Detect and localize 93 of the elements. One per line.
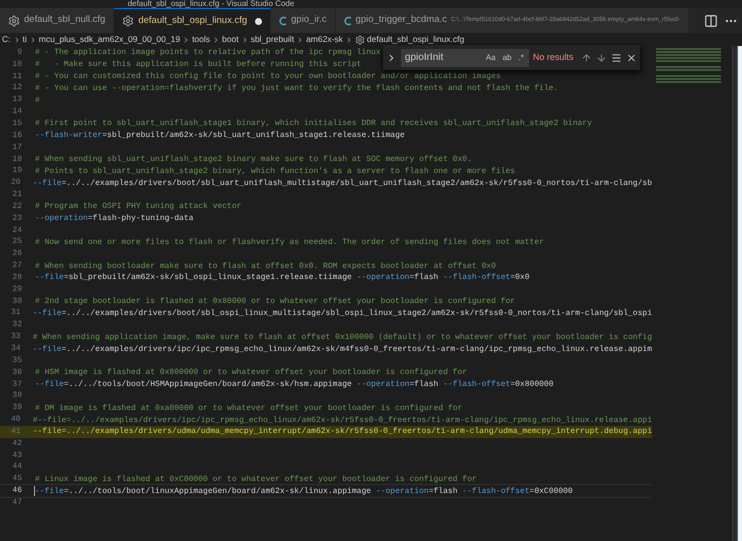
- code-line: --flash-writer=sbl_prebuilt/am62x-sk/sbl_uart_uniflash_stage1.release.tiimage: [35, 130, 405, 142]
- line-number: 15: [11, 118, 22, 130]
- code-line: # DM image is flashed at 0xa00000 or to whatever offset your bootloader is configured for: [35, 402, 462, 414]
- code-line: # When sending application image, make sure to flash at offset 0x100000 (default) or to whatever offset your bootloader is config: [32, 332, 652, 343]
- window-title: default_sbl_ospi_linux.cfg - Visual Studio Code: [128, 0, 294, 8]
- line-number: 32: [11, 319, 22, 332]
- line-number: 34: [10, 343, 21, 356]
- code-line: #: [35, 94, 40, 106]
- line-number: 11: [11, 70, 22, 83]
- line-number: 47: [11, 496, 22, 509]
- line-number: 43: [11, 450, 22, 462]
- code-line: # When sending sbl_uart_uniflash_stage2 binary make sure to flash at SOC memory offset 0x0.: [35, 154, 472, 166]
- line-number: 9: [16, 46, 22, 59]
- find-option-toggle[interactable]: ab: [502, 52, 513, 64]
- line-number: 13: [11, 94, 22, 106]
- menu-icon[interactable]: [611, 52, 622, 64]
- text-cursor: [34, 486, 35, 496]
- scrollbar[interactable]: [732, 46, 737, 541]
- arrow-down-icon[interactable]: [596, 52, 608, 64]
- line-number: 41: [10, 426, 21, 438]
- line-number: 39: [11, 402, 22, 414]
- code-line: # HSM image is flashed at 0x800000 or to whatever offset your bootloader is configured for: [35, 367, 468, 378]
- code-line: --file=../../examples/drivers/udma/udma_memcpy_interrupt/am62x-sk/r5fss0-0_freertos/ti-arm-clang/udma_memcpy_interrupt.debug.appi: [32, 426, 652, 438]
- code-line: --file=../../tools/boot/HSMAppimageGen/board/am62x-sk/hsm.appimage --operation=flash --flash-offset=0x800000: [35, 379, 554, 390]
- line-number: 44: [11, 461, 22, 474]
- code-line: --operation=flash-phy-tuning-data: [35, 213, 194, 224]
- line-number: 28: [11, 272, 22, 284]
- line-number: 35: [11, 354, 22, 367]
- gear-icon: [8, 14, 20, 26]
- code-line: # - The application image points to relative path of the ipc rpmsg linux: [35, 47, 381, 58]
- code-line: # Linux image is flashed at 0xC00000 or to whatever offset your bootloader is configured for: [35, 474, 477, 485]
- breadcrumb-item[interactable]: ti: [22, 33, 27, 46]
- find-option-toggle[interactable]: .*: [518, 52, 525, 64]
- line-number: 14: [11, 106, 22, 118]
- code-line: #--file=../../examples/drivers/ipc/ipc_rpmsg_echo_linux/am62x-sk/r5fss0-0_freertos/ti-arm-clang/ipc_rpmsg_echo_linux.release.appi: [32, 414, 652, 426]
- line-number: 22: [11, 200, 22, 213]
- code-line: # - Make sure this application is built before running this script: [35, 59, 362, 70]
- code-line: # Points to sbl_uart_uniflash_stage2 binary, which function's as a server to flash one or more files: [35, 166, 516, 177]
- find-input[interactable]: gpioIrInit Aa ab .*: [400, 48, 529, 66]
- code-line: # 2nd stage bootloader is flashed at 0x80000 or to whatever offset your bootloader is configured for: [35, 296, 516, 308]
- breadcrumb-item[interactable]: mcu_plus_sdk_am62x_09_00_00_19: [38, 33, 180, 46]
- editor-tab[interactable]: gpio_ir.c: [271, 8, 336, 33]
- line-number: 12: [11, 82, 22, 94]
- code-line: # Now send one or more files to flash or flashverify as needed. The order of sending files does not matter: [35, 236, 544, 248]
- line-number: 38: [11, 390, 22, 402]
- breadcrumb-item[interactable]: am62x-sk: [306, 33, 343, 46]
- line-number: 42: [11, 438, 22, 450]
- line-number: 36: [11, 366, 22, 379]
- line-number: 17: [11, 142, 22, 154]
- editor-tab[interactable]: default_sbl_ospi_linux.cfg: [114, 8, 272, 33]
- breadcrumb-item[interactable]: default_sbl_ospi_linux.cfg: [366, 33, 464, 46]
- gear-icon: [122, 15, 134, 27]
- split-editor-icon[interactable]: [704, 14, 718, 28]
- code-line: --file=../../examples/drivers/ipc/ipc_rpmsg_echo_linux/am62x-sk/m4fss0-0_freertos/ti-arm-clang/ipc_rpmsg_echo_linux.release.appim: [32, 344, 652, 355]
- find-status: No results: [532, 50, 574, 64]
- code-line: # When sending bootloader make sure to flash at offset 0x0. ROM expects bootloader at offset 0x0: [35, 260, 496, 272]
- find-option-toggle[interactable]: Aa: [484, 52, 497, 64]
- code-line: --file=sbl_prebuilt/am62x-sk/sbl_ospi_linux_stage1.release.tiimage --operation=flash --flash-offset=0x0: [35, 272, 530, 284]
- breadcrumb-item[interactable]: boot: [222, 33, 239, 46]
- breadcrumb-item[interactable]: C:: [2, 33, 10, 46]
- line-number: 30: [11, 296, 22, 308]
- line-number: 24: [11, 224, 22, 237]
- line-number: 21: [11, 189, 22, 202]
- line-number: 20: [10, 177, 21, 190]
- line-number: 27: [11, 260, 22, 272]
- line-number: 33: [10, 331, 21, 344]
- line-number: 40: [10, 414, 21, 426]
- line-number: 16: [11, 130, 22, 142]
- line-number: 29: [11, 284, 22, 296]
- line-number: 46: [11, 485, 22, 498]
- line-number: 19: [11, 165, 22, 178]
- code-line: # - You can use --operation=flashverify if you just want to verify the flash contents and not flash the file.: [35, 82, 558, 94]
- c-file-icon: [279, 16, 288, 26]
- code-line: # Program the OSPI PHY tuning attack vector: [35, 201, 242, 212]
- c-file-icon: [344, 16, 352, 26]
- arrow-up-icon[interactable]: [581, 52, 592, 64]
- code-line: # First point to sbl_uart_uniflash_stage1 binary, which initialises DDR and receives sbl_uart_uniflash_stage2 binary: [35, 118, 592, 130]
- line-number: 45: [11, 473, 22, 486]
- code-line: --file=../../examples/drivers/boot/sbl_uart_uniflash_multistage/sbl_uart_uniflash_stage2/am62x-sk/r5fss0-0_nortos/ti-arm-clang/sb: [32, 178, 652, 189]
- breadcrumb-item[interactable]: sbl_prebuilt: [250, 33, 294, 46]
- editor-tab[interactable]: default_sbl_null.cfg: [0, 8, 114, 33]
- line-number: 25: [11, 236, 22, 248]
- code-line: # - You can customized this config file to point to your own bootloader and/or application images: [35, 71, 501, 82]
- line-number: 10: [11, 58, 22, 71]
- line-number: 26: [11, 248, 22, 260]
- line-number: 37: [11, 378, 22, 391]
- breadcrumb-item[interactable]: tools: [192, 33, 210, 46]
- gear-icon: [354, 34, 365, 44]
- line-number: 31: [10, 307, 21, 320]
- code-line: --file=../../examples/drivers/boot/sbl_ospi_linux_multistage/sbl_ospi_linux_stage2/am62x-sk/r5fss0-0_nortos/ti-arm-clang/sbl_ospi: [32, 308, 652, 319]
- line-number: 23: [11, 212, 22, 225]
- line-number: 18: [11, 154, 22, 166]
- code-line: --file=../../tools/boot/linuxAppimageGen/board/am62x-sk/linux.appimage --operation=flash --flash-offset=0xC00000: [35, 486, 573, 497]
